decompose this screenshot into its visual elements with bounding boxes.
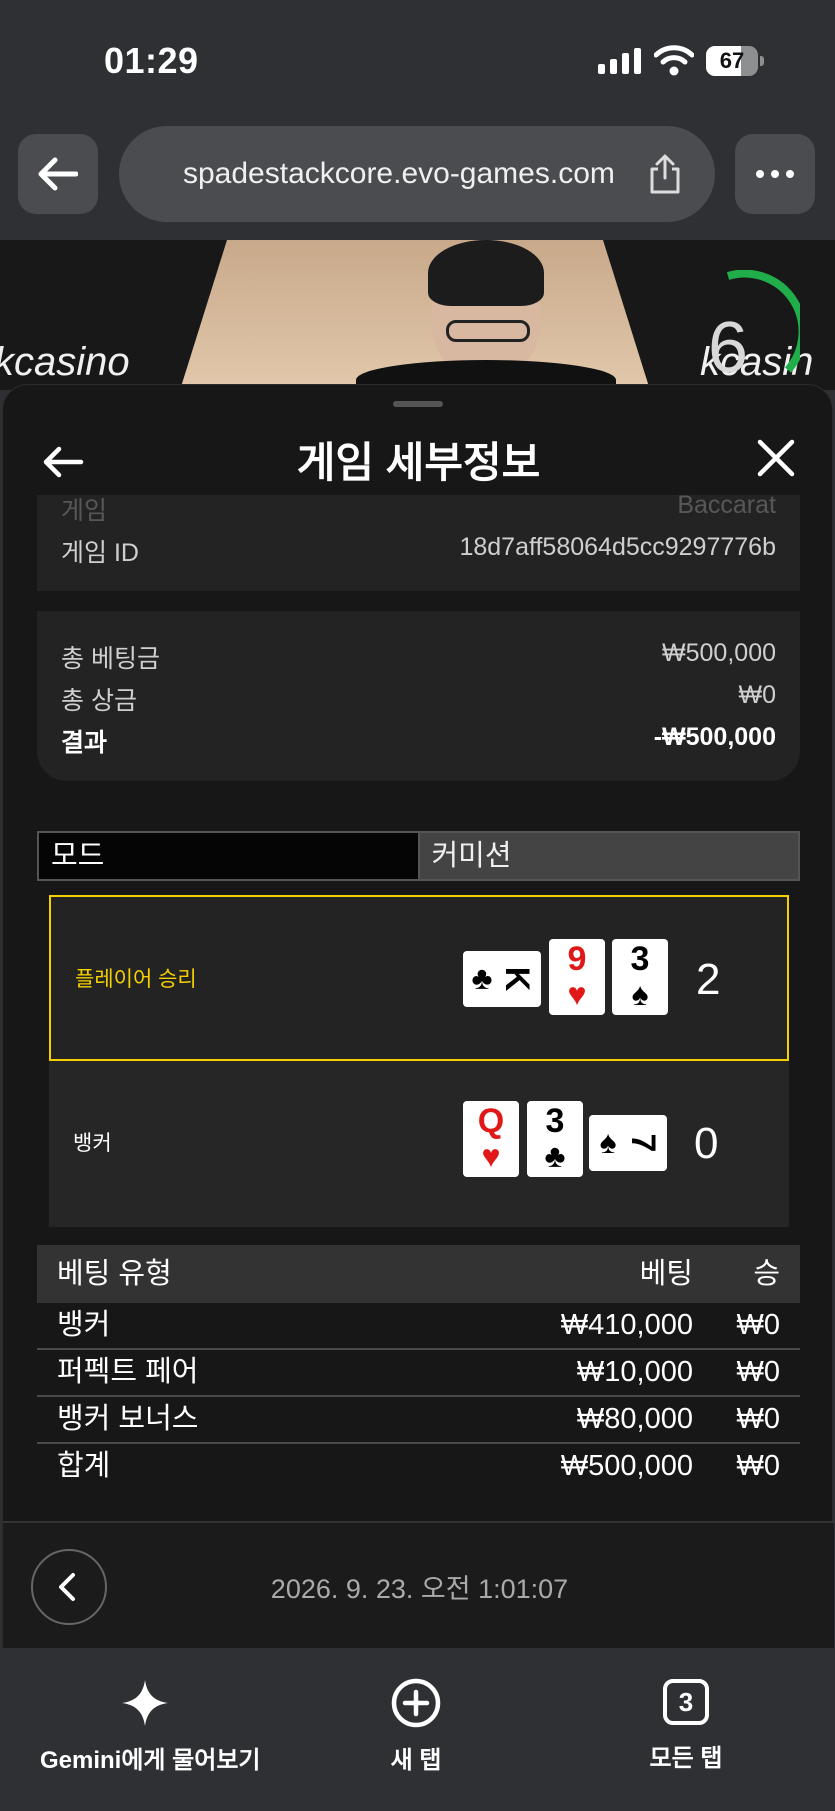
countdown-timer: 6 xyxy=(708,270,800,388)
game-id-row: 게임 ID 18d7aff58064d5cc9297776b xyxy=(61,533,776,569)
all-tabs-label: 모든 탭 xyxy=(649,1745,723,1772)
player-score: 2 xyxy=(696,955,721,1004)
game-id-value: 18d7aff58064d5cc9297776b xyxy=(459,533,776,561)
player-hand-label: 플레이어 승리 xyxy=(75,968,197,991)
row-bet-type: 뱅커 xyxy=(57,1309,111,1341)
new-tab-label: 새 탭 xyxy=(390,1747,442,1774)
sheet-drag-handle[interactable] xyxy=(393,401,443,407)
url-text: spadestackcore.evo-games.com xyxy=(183,157,615,190)
total-bet-label: 총 베팅금 xyxy=(61,645,160,673)
total-bet-row: 총 베팅금 ₩500,000 xyxy=(61,639,776,675)
game-id-label: 게임 ID xyxy=(61,539,139,567)
header-bet-type: 베팅 유형 xyxy=(57,1258,172,1290)
banker-hand: 뱅커 Q ♥ 3 ♣ ♠ 7 0 xyxy=(49,1061,789,1227)
tab-count: 3 xyxy=(679,1687,693,1717)
more-options-button[interactable] xyxy=(735,134,815,214)
table-total-row: 합계 ₩500,000 ₩0 xyxy=(37,1444,800,1491)
table-row: 퍼펙트 페어 ₩10,000 ₩0 xyxy=(37,1350,800,1397)
gemini-label: Gemini에게 물어보기 xyxy=(40,1747,261,1774)
playing-card: Q ♥ xyxy=(463,1101,519,1177)
arrow-left-icon xyxy=(38,157,78,191)
card-rank: 3 xyxy=(630,940,650,978)
bet-summary-card: 총 베팅금 ₩500,000 총 상금 ₩0 결과 -₩500,000 xyxy=(37,611,800,781)
cellular-signal-icon xyxy=(598,48,641,74)
status-bar: 01:29 67 xyxy=(0,0,835,120)
result-value: -₩500,000 xyxy=(653,723,776,751)
player-hand: 플레이어 승리 ♣ K 9 ♥ 3 ♠ 2 xyxy=(49,895,789,1061)
total-prize-value: ₩0 xyxy=(738,681,777,709)
row-bet-type: 뱅커 보너스 xyxy=(57,1403,199,1435)
card-suit: ♣ xyxy=(544,1138,566,1174)
game-label: 게임 xyxy=(61,497,108,525)
total-bet-value: ₩500,000 xyxy=(662,639,776,667)
playing-card: ♠ 7 xyxy=(589,1115,667,1171)
playing-card: 3 ♣ xyxy=(527,1101,583,1177)
card-suit: ♥ xyxy=(567,976,587,1012)
game-details-sheet: 게임 세부정보 게임 Baccarat 게임 ID 18d7aff58064d5… xyxy=(2,384,834,1649)
card-rank: 7 xyxy=(624,1133,662,1153)
row-bet: ₩80,000 xyxy=(576,1403,693,1435)
plus-circle-icon xyxy=(391,1678,441,1728)
tabs-icon: 3 xyxy=(663,1679,709,1725)
total-prize-row: 총 상금 ₩0 xyxy=(61,681,776,717)
table-row: 뱅커 보너스 ₩80,000 ₩0 xyxy=(37,1397,800,1444)
mode-tabs: 모드 커미션 xyxy=(37,831,800,881)
bet-type-table: 베팅 유형 베팅 승 뱅커 ₩410,000 ₩0 퍼펙트 페어 ₩10,000… xyxy=(37,1245,800,1491)
all-tabs-button[interactable]: 3 모든 탭 xyxy=(626,1678,746,1773)
total-prize-label: 총 상금 xyxy=(61,687,137,715)
row-win: ₩0 xyxy=(736,1356,781,1388)
browser-bottom-nav: Gemini에게 물어보기 새 탭 3 모든 탭 xyxy=(0,1648,835,1811)
game-datetime: 2026. 9. 23. 오전 1:01:07 xyxy=(270,1574,569,1604)
countdown-number: 6 xyxy=(708,308,748,388)
card-rank: 3 xyxy=(545,1102,565,1140)
gemini-button[interactable]: Gemini에게 물어보기 xyxy=(40,1678,261,1775)
casino-logo-left: kcasino xyxy=(0,340,130,384)
banker-score: 0 xyxy=(694,1119,719,1168)
game-info-card: 게임 Baccarat 게임 ID 18d7aff58064d5cc929777… xyxy=(37,491,800,591)
live-video-stream: kcasino kcasin 6 xyxy=(0,240,835,390)
header-win: 승 xyxy=(753,1258,780,1290)
battery-percent: 67 xyxy=(719,48,745,73)
browser-back-button[interactable] xyxy=(18,134,98,214)
result-label: 결과 xyxy=(61,729,108,757)
total-label: 합계 xyxy=(57,1450,111,1482)
new-tab-button[interactable]: 새 탭 xyxy=(356,1678,476,1775)
status-time: 01:29 xyxy=(104,40,199,81)
row-bet: ₩10,000 xyxy=(576,1356,693,1388)
card-rank: K xyxy=(498,966,536,992)
card-suit: ♥ xyxy=(481,1138,501,1174)
tab-mode[interactable]: 모드 xyxy=(39,833,418,879)
table-header: 베팅 유형 베팅 승 xyxy=(37,1245,800,1303)
game-value: Baccarat xyxy=(677,491,776,519)
game-row: 게임 Baccarat xyxy=(61,491,776,527)
playing-card: 3 ♠ xyxy=(612,939,668,1015)
browser-toolbar: spadestackcore.evo-games.com xyxy=(0,120,835,240)
card-rank: 9 xyxy=(567,940,587,978)
playing-card: 9 ♥ xyxy=(549,939,605,1015)
row-win: ₩0 xyxy=(736,1403,781,1435)
address-bar[interactable]: spadestackcore.evo-games.com xyxy=(119,126,715,222)
playing-card: ♣ K xyxy=(463,951,541,1007)
close-icon[interactable] xyxy=(751,433,801,483)
battery-icon: 67 xyxy=(706,46,764,76)
total-win: ₩0 xyxy=(736,1450,781,1482)
row-bet: ₩410,000 xyxy=(560,1309,693,1341)
card-suit: ♠ xyxy=(631,976,649,1012)
total-bet: ₩500,000 xyxy=(560,1450,693,1482)
share-icon[interactable] xyxy=(647,154,683,194)
result-row: 결과 -₩500,000 xyxy=(61,723,776,759)
sparkle-icon xyxy=(122,1680,168,1726)
tab-commission[interactable]: 커미션 xyxy=(417,833,798,879)
header-bet: 베팅 xyxy=(639,1258,693,1290)
card-suit: ♠ xyxy=(599,1124,617,1160)
card-suit: ♣ xyxy=(471,960,493,996)
card-rank: Q xyxy=(477,1102,505,1140)
row-bet-type: 퍼펙트 페어 xyxy=(57,1356,199,1388)
row-win: ₩0 xyxy=(736,1309,781,1341)
wifi-icon xyxy=(654,45,694,76)
banker-hand-label: 뱅커 xyxy=(73,1132,112,1155)
sheet-back-button[interactable] xyxy=(39,437,89,487)
table-row: 뱅커 ₩410,000 ₩0 xyxy=(37,1303,800,1350)
more-dots-icon xyxy=(756,170,794,178)
